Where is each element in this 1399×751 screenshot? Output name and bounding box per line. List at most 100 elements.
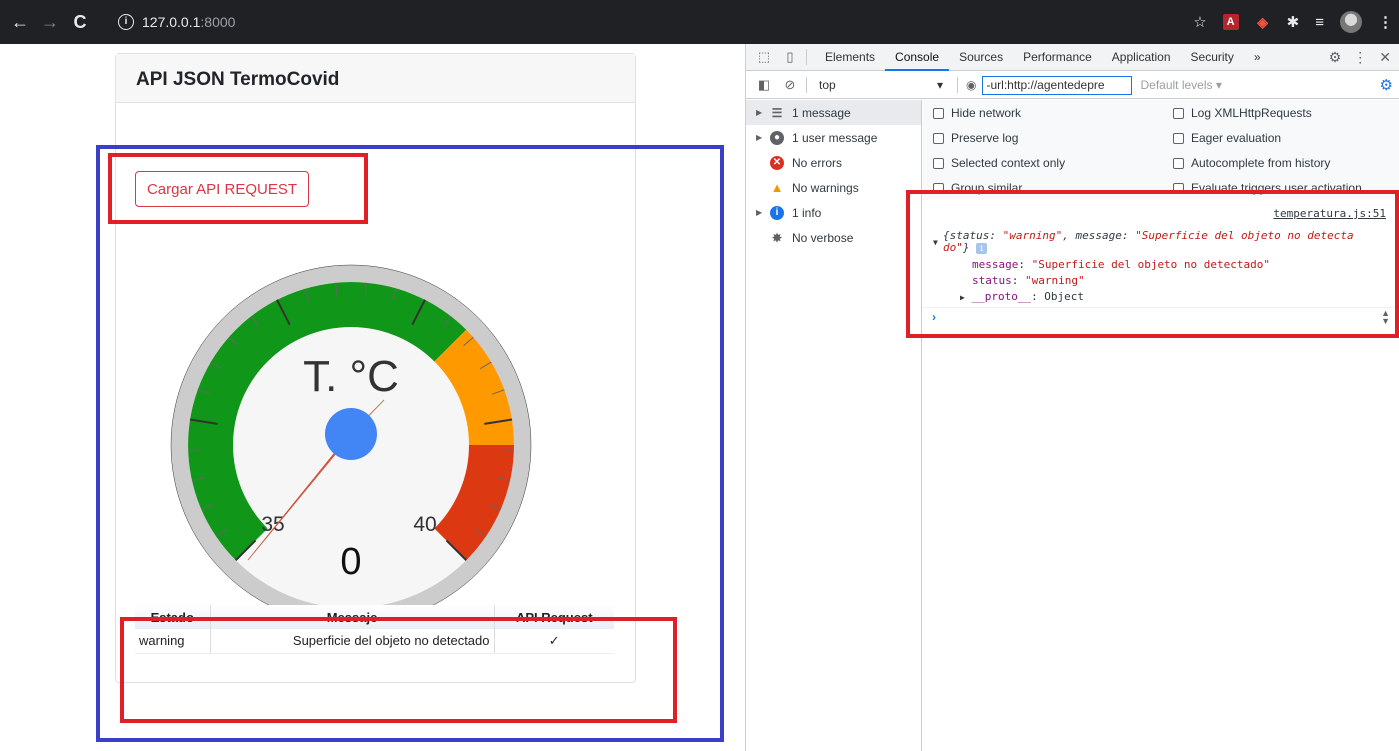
console-toolbar: ◧ ⊘ top ▾ ◉ -url:http://agentedepre Defa… [746, 72, 1399, 99]
scroll-stepper-icon[interactable]: ▲ ▼ [1381, 309, 1390, 326]
checkbox-label: Autocomplete from history [1191, 156, 1331, 170]
chevron-down-icon: ▾ [936, 78, 943, 92]
back-icon[interactable]: ← [10, 12, 30, 33]
console-settings-pane: Hide network Log XMLHttpRequests Preserv… [923, 100, 1399, 200]
sidebar-item-verbose[interactable]: ✸ No verbose [746, 225, 921, 250]
table-row: warning Superficie del objeto no detecta… [135, 629, 614, 654]
checkbox-label: Hide network [951, 106, 1022, 120]
user-icon: ● [770, 130, 784, 145]
url-host: 127.0.0.1 [142, 14, 201, 30]
expand-arrow-icon: ▶ [756, 208, 763, 217]
pdf-extension-icon[interactable]: A [1222, 14, 1239, 30]
warning-icon: ▲ [770, 179, 784, 195]
tab-elements[interactable]: Elements [815, 44, 885, 71]
gauge-value: 0 [340, 541, 361, 583]
console-prop-message: message: "Superficie del objeto no detec… [972, 258, 1271, 271]
sidebar-item-label: No warnings [792, 180, 859, 195]
cell-estado: warning [135, 629, 211, 654]
tab-performance[interactable]: Performance [1013, 44, 1102, 71]
sidebar-item-label: No errors [792, 155, 843, 170]
info-icon: i [770, 205, 784, 220]
header-api-request: API Request [494, 605, 614, 629]
sidebar-item-errors[interactable]: ✕ No errors [746, 150, 921, 175]
sidebar-toggle-icon[interactable]: ◧ [756, 77, 772, 93]
prompt-chevron-icon: › [932, 310, 936, 324]
context-value: top [819, 78, 836, 92]
sidebar-item-info[interactable]: ▶ i 1 info [746, 200, 921, 225]
log-xhr-checkbox[interactable]: Log XMLHttpRequests [1173, 106, 1312, 120]
site-info-icon[interactable]: i [118, 14, 134, 30]
eager-evaluation-checkbox[interactable]: Eager evaluation [1173, 131, 1281, 145]
expand-triangle-icon[interactable]: ▼ [933, 237, 938, 249]
header-estado: Estado [135, 605, 211, 629]
cell-mensaje: Superficie del objeto no detectado [210, 629, 495, 654]
devtools-menu-icon[interactable]: ⋮ [1353, 49, 1367, 66]
sidebar-item-messages[interactable]: ▶ ☰ 1 message [746, 100, 921, 125]
tab-console[interactable]: Console [885, 44, 950, 71]
checkbox-label: Log XMLHttpRequests [1191, 106, 1312, 120]
evaluate-triggers-checkbox[interactable]: Evaluate triggers user activation [1173, 181, 1362, 195]
divider [957, 77, 958, 93]
divider [806, 49, 807, 65]
autocomplete-history-checkbox[interactable]: Autocomplete from history [1173, 156, 1330, 170]
devtools-actions: ⚙ ⋮ ✕ [1329, 44, 1391, 71]
hide-network-checkbox[interactable]: Hide network [933, 106, 1021, 120]
preserve-log-checkbox[interactable]: Preserve log [933, 131, 1018, 145]
source-link[interactable]: temperatura.js:51 [1273, 207, 1386, 220]
checkbox-label: Selected context only [951, 156, 1066, 170]
extensions-puzzle-icon[interactable]: ✱ [1287, 13, 1300, 31]
gauge-min-label: 35 [261, 513, 284, 536]
forward-icon[interactable]: → [40, 12, 60, 33]
expand-arrow-icon[interactable]: ▶ [960, 293, 965, 302]
sidebar-item-warnings[interactable]: ▲ No warnings [746, 175, 921, 200]
browser-actions: ☆ A ◈ ✱ ≡ ⋮ [1193, 0, 1393, 44]
chrome-menu-icon[interactable]: ⋮ [1378, 13, 1393, 31]
sidebar-item-label: 1 user message [792, 130, 878, 145]
sidebar-item-label: 1 message [792, 105, 851, 120]
card-title: API JSON TermoCovid [116, 54, 635, 103]
cell-api-request-check: ✓ [494, 629, 614, 654]
expand-arrow-icon: ▶ [756, 108, 763, 117]
console-prop-status: status: "warning" [972, 274, 1085, 287]
tab-security[interactable]: Security [1181, 44, 1244, 71]
reading-list-icon[interactable]: ≡ [1315, 14, 1324, 31]
sidebar-item-user-messages[interactable]: ▶ ● 1 user message [746, 125, 921, 150]
console-sidebar: ▶ ☰ 1 message ▶ ● 1 user message ✕ No er… [746, 100, 922, 751]
browser-toolbar: ← → C i 127.0.0.1:8000 ☆ A ◈ ✱ ≡ ⋮ [0, 0, 1399, 44]
divider [806, 77, 807, 93]
context-select[interactable]: top ▾ [819, 78, 949, 92]
filter-input[interactable]: -url:http://agentedepre [982, 75, 1133, 95]
device-toolbar-icon[interactable]: ▯ [782, 49, 798, 65]
console-log-object[interactable]: ▼ {status: "warning", message: "Superfic… [933, 230, 1383, 254]
tab-application[interactable]: Application [1102, 44, 1181, 71]
profile-avatar[interactable] [1340, 11, 1362, 33]
header-mensaje: Messaje [210, 605, 495, 629]
list-icon: ☰ [771, 105, 783, 120]
expand-arrow-icon: ▶ [756, 133, 763, 142]
checkbox-label: Eager evaluation [1191, 131, 1282, 145]
bug-icon: ✸ [771, 230, 783, 245]
gauge-hub [325, 408, 377, 460]
default-levels-dropdown[interactable]: Default levels ▾ [1140, 78, 1221, 92]
address-bar[interactable]: i 127.0.0.1:8000 [108, 7, 1188, 37]
group-similar-checkbox[interactable]: Group similar [933, 181, 1022, 195]
reload-icon[interactable]: C [70, 12, 90, 33]
inspect-element-icon[interactable]: ⬚ [756, 49, 772, 65]
url-port: :8000 [200, 14, 236, 30]
load-api-request-button[interactable]: Cargar API REQUEST [135, 171, 309, 207]
console-prop-proto[interactable]: ▶ __proto__: Object [960, 290, 1084, 303]
console-prompt[interactable]: › ▲ ▼ [923, 307, 1399, 326]
info-badge-icon[interactable]: i [976, 242, 988, 254]
selected-context-checkbox[interactable]: Selected context only [933, 156, 1065, 170]
tab-sources[interactable]: Sources [949, 44, 1013, 71]
console-settings-gear-icon[interactable]: ⚙ [1380, 76, 1393, 94]
clear-console-icon[interactable]: ⊘ [782, 77, 798, 93]
checkbox-label: Preserve log [951, 131, 1019, 145]
laravel-extension-icon[interactable]: ◈ [1255, 14, 1271, 30]
settings-gear-icon[interactable]: ⚙ [1329, 49, 1342, 66]
more-tabs-button[interactable]: » [1244, 44, 1271, 71]
bookmark-star-icon[interactable]: ☆ [1193, 13, 1206, 31]
live-expression-eye-icon[interactable]: ◉ [966, 78, 976, 92]
close-icon[interactable]: ✕ [1379, 49, 1391, 66]
error-icon: ✕ [770, 155, 784, 170]
